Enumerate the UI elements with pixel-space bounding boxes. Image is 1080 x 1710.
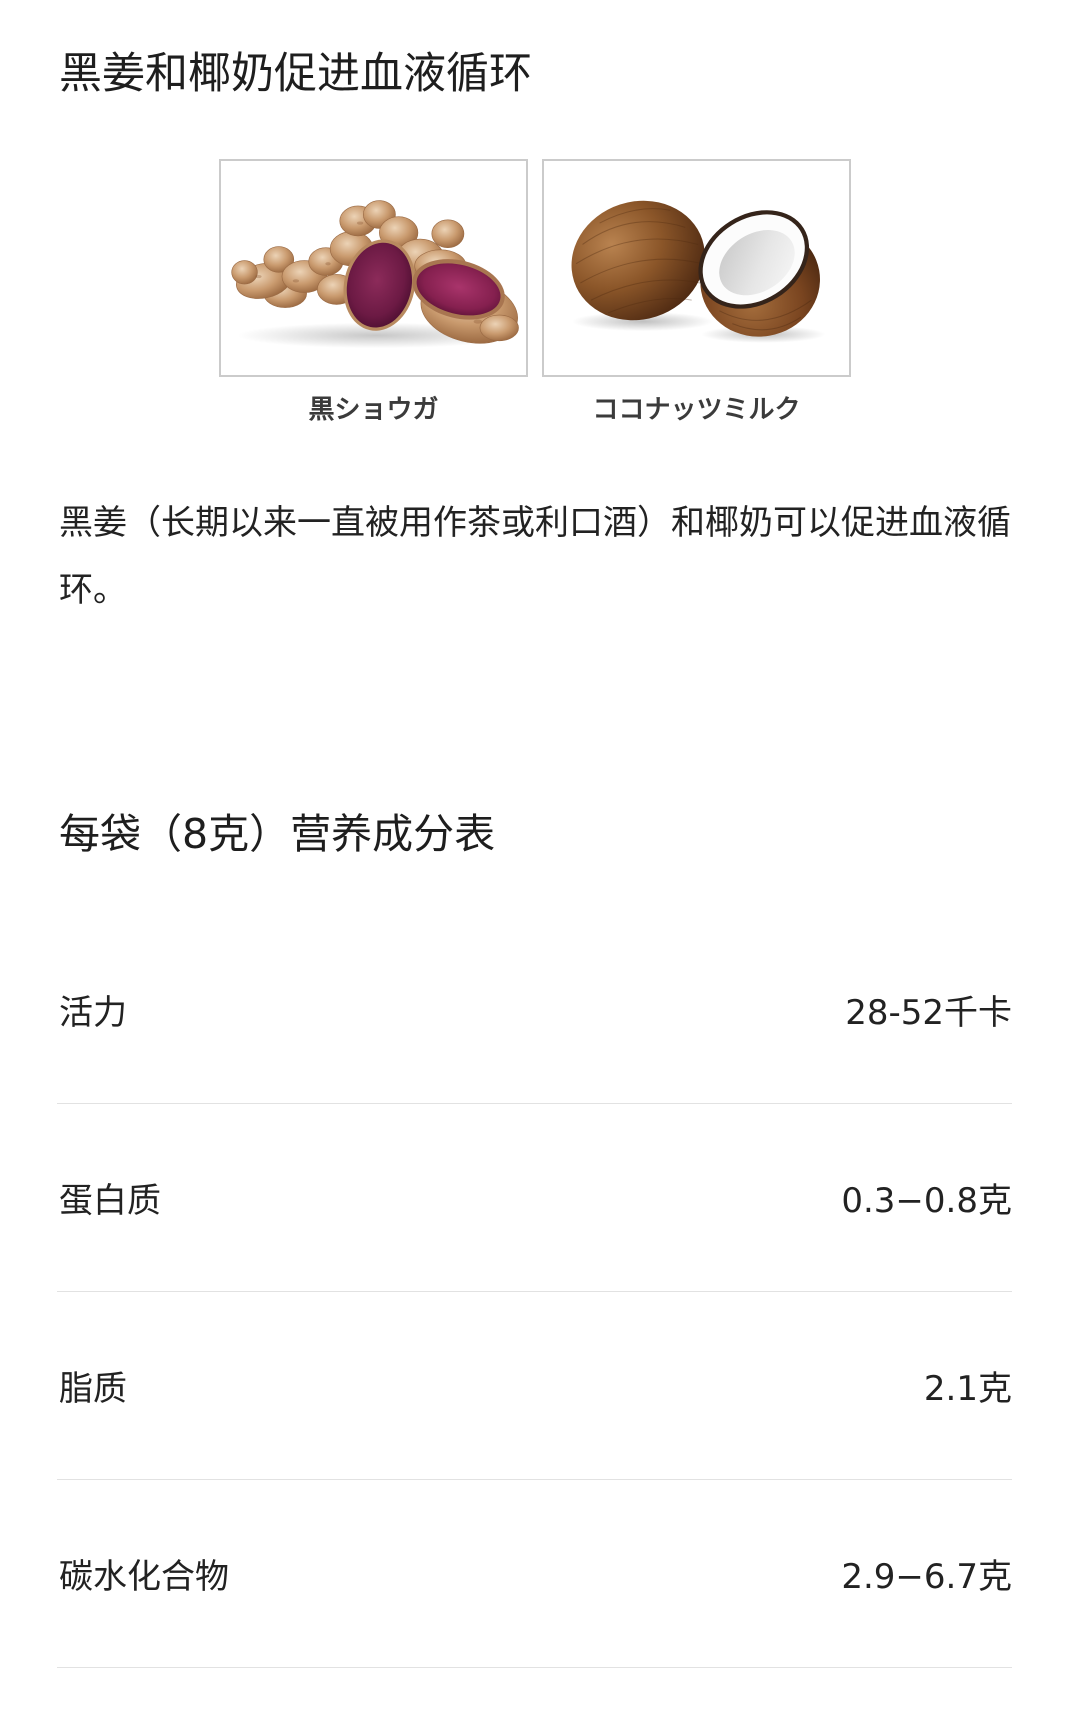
ginger-spot <box>325 262 331 266</box>
black-ginger-image <box>231 200 519 349</box>
description-text: 黑姜（长期以来一直被用作茶或利口酒）和椰奶可以促进血液循环。 <box>59 503 1011 610</box>
ginger-spot <box>473 319 483 324</box>
nutrition-value: 2.9−6.7克 <box>841 1557 1012 1597</box>
ginger-spot <box>292 279 300 283</box>
ginger-spot <box>255 274 262 279</box>
nutrition-label: 碳水化合物 <box>59 1557 229 1597</box>
figure-black-ginger: 黒ショウガ <box>219 159 528 428</box>
ginger-knob <box>231 260 258 285</box>
ginger-spot <box>356 221 364 225</box>
figure-coconut-milk: ココナッツミルク <box>542 159 851 428</box>
nutrition-row-energy: 活力 28-52千卡 <box>57 916 1012 1104</box>
ginger-knob <box>431 219 465 248</box>
nutrition-value: 0.3−0.8克 <box>841 1181 1012 1221</box>
nutrition-row-fat: 脂质 2.1克 <box>57 1292 1012 1480</box>
figure-caption: ココナッツミルク <box>592 395 801 425</box>
nutrition-row-protein: 蛋白质 0.3−0.8克 <box>57 1104 1012 1292</box>
coconut-photo-frame <box>542 159 851 377</box>
nutrition-value: 28-52千卡 <box>845 993 1012 1033</box>
coconut-image <box>571 200 826 343</box>
nutrition-table-title: 每袋（8克）营养成分表 <box>59 810 496 858</box>
ginger-knob <box>479 314 519 342</box>
nutrition-label: 蛋白质 <box>59 1181 161 1221</box>
whole-coconut <box>571 200 705 321</box>
page: 黑姜和椰奶促进血液循环 黒ショウガ ココナッツミルク 黑姜（长期以来一直被用作茶… <box>0 0 1080 1710</box>
nutrition-value: 2.1克 <box>923 1369 1012 1409</box>
nutrition-table: 活力 28-52千卡 蛋白质 0.3−0.8克 脂质 2.1克 碳水化合物 2.… <box>57 916 1012 1668</box>
nutrition-row-carbohydrate: 碳水化合物 2.9−6.7克 <box>57 1480 1012 1668</box>
nutrition-label: 活力 <box>59 993 127 1033</box>
black-ginger-photo-frame <box>219 159 528 377</box>
nutrition-label: 脂质 <box>59 1369 127 1409</box>
section-title: 黑姜和椰奶促进血液循环 <box>59 49 532 99</box>
figure-caption: 黒ショウガ <box>308 395 439 425</box>
